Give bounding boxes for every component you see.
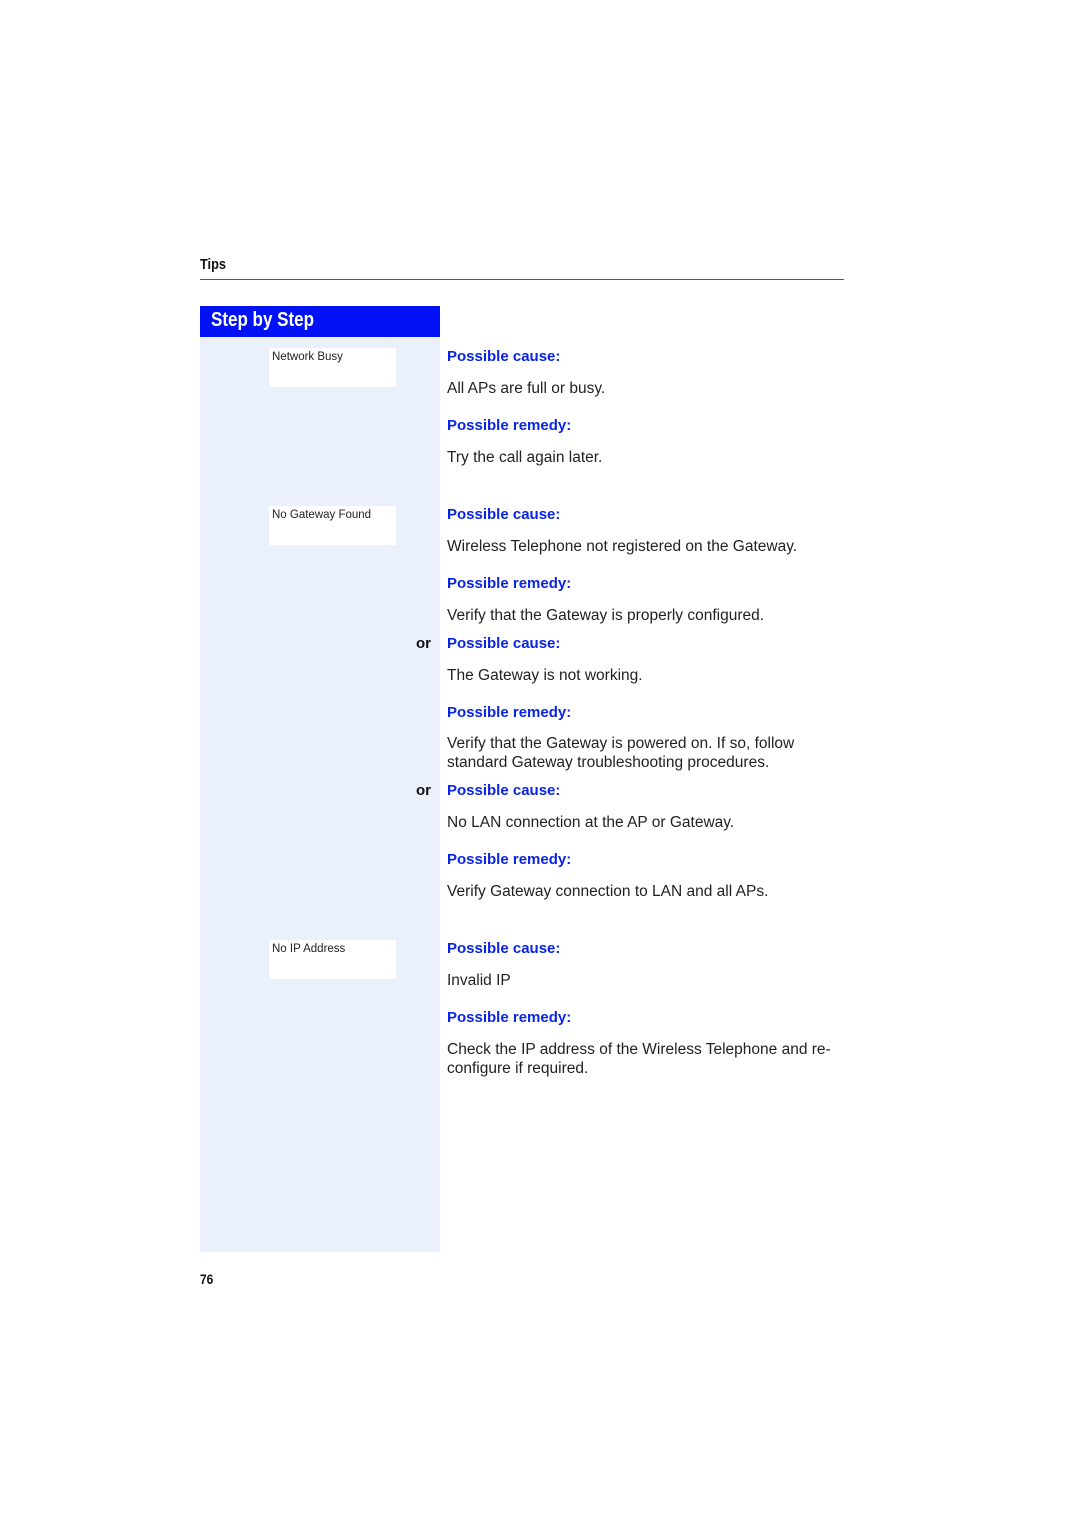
step-by-step-column (200, 306, 440, 1252)
possible-cause-text: No LAN connection at the AP or Gateway. (447, 814, 735, 831)
possible-remedy-label: Possible remedy: (447, 417, 572, 434)
possible-remedy-text: Check the IP address of the Wireless Tel… (447, 1041, 831, 1077)
page-number: 76 (200, 1271, 214, 1287)
display-text: No IP Address (272, 943, 346, 955)
possible-remedy-text: Verify that the Gateway is properly conf… (447, 607, 765, 624)
display-no-gateway-found: No Gateway Found (269, 506, 396, 545)
display-no-ip-address: No IP Address (269, 940, 396, 979)
possible-cause-label: Possible cause: (447, 940, 561, 957)
possible-remedy-text: Try the call again later. (447, 449, 603, 466)
possible-cause-text: Invalid IP (447, 972, 511, 989)
possible-cause-label: Possible cause: (447, 348, 561, 365)
possible-remedy-label: Possible remedy: (447, 851, 572, 868)
display-text: No Gateway Found (272, 509, 372, 521)
possible-cause-label: Possible cause: (447, 506, 561, 523)
display-network-busy: Network Busy (269, 348, 396, 387)
possible-remedy-label: Possible remedy: (447, 1009, 572, 1026)
possible-remedy-label: Possible remedy: (447, 575, 572, 592)
possible-cause-text: The Gateway is not working. (447, 667, 643, 684)
possible-cause-text: All APs are full or busy. (447, 380, 606, 397)
possible-cause-label: Possible cause: (447, 635, 561, 652)
display-text: Network Busy (272, 351, 343, 363)
possible-cause-text: Wireless Telephone not registered on the… (447, 538, 798, 555)
possible-cause-label: Possible cause: (447, 782, 561, 799)
step-by-step-header: Step by Step (200, 306, 440, 337)
step-by-step-title: Step by Step (211, 309, 314, 331)
or-label: or (416, 782, 431, 799)
possible-remedy-label: Possible remedy: (447, 704, 572, 721)
possible-remedy-text: Verify Gateway connection to LAN and all… (447, 883, 769, 900)
or-label: or (416, 635, 431, 652)
possible-remedy-text: Verify that the Gateway is powered on. I… (447, 735, 795, 771)
header-rule (200, 279, 844, 280)
section-title: Tips (200, 256, 226, 273)
